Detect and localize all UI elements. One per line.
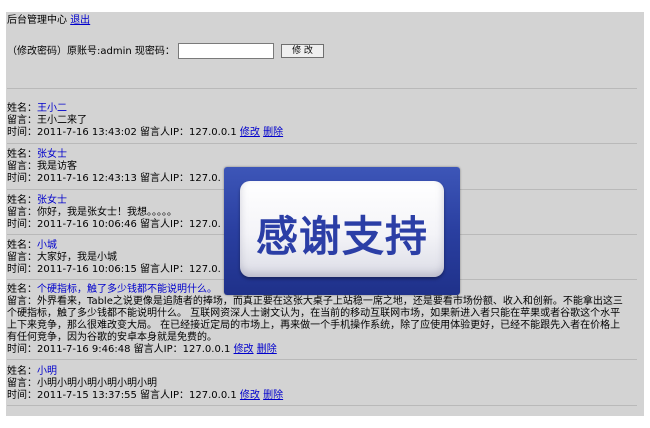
- change-password-button[interactable]: 修 改: [281, 44, 324, 58]
- delete-link[interactable]: 删除: [263, 127, 283, 138]
- message-time: 2011-7-15 13:37:55: [37, 390, 137, 401]
- message-text: 外界看来，Table之说更像是追随者的捧场，而真正要在这张大桌子上站稳一席之地，…: [7, 296, 623, 343]
- message-time: 2011-7-16 9:46:48: [37, 344, 131, 355]
- message-time: 2011-7-16 13:43:02: [37, 127, 137, 138]
- message-text: 小明小明小明小明小明小明: [37, 378, 157, 389]
- message-ip: 127.0.0.1: [189, 390, 237, 401]
- message-author-link[interactable]: 小城: [37, 240, 57, 251]
- password-label: （修改密码）原账号:admin 现密码：: [7, 46, 175, 57]
- message-ip: 127.0.0.1: [189, 127, 237, 138]
- message-ip: 127.0.: [189, 264, 221, 275]
- divider: [7, 143, 637, 144]
- page-header: 后台管理中心 退出: [7, 14, 90, 27]
- message-entry: 姓名：王小二 留言：王小二来了 时间：2011-7-16 13:43:02 留言…: [7, 103, 284, 138]
- message-author-link[interactable]: 王小二: [37, 103, 67, 114]
- message-author-link[interactable]: 张女士: [37, 149, 67, 160]
- delete-link[interactable]: 删除: [257, 344, 277, 355]
- message-text: 大家好，我是小城: [37, 252, 117, 263]
- edit-link[interactable]: 修改: [240, 390, 260, 401]
- thanks-overlay-badge: 感谢支持: [224, 167, 460, 295]
- message-author-link[interactable]: 个硬指标，触了多少钱都不能说明什么。: [37, 284, 217, 295]
- message-entry: 姓名：小明 留言：小明小明小明小明小明小明 时间：2011-7-15 13:37…: [7, 366, 284, 401]
- message-time: 2011-7-16 10:06:46: [37, 219, 137, 230]
- message-text: 我是访客: [37, 161, 77, 172]
- message-time: 2011-7-16 10:06:15: [37, 264, 137, 275]
- page-title: 后台管理中心: [7, 15, 67, 26]
- divider: [7, 88, 637, 89]
- message-ip: 127.0.0.1: [182, 344, 231, 355]
- message-time: 2011-7-16 12:43:13: [37, 173, 137, 184]
- message-ip: 127.0.: [189, 173, 221, 184]
- logout-link[interactable]: 退出: [70, 15, 90, 26]
- message-ip: 127.0.: [189, 219, 221, 230]
- edit-link[interactable]: 修改: [234, 344, 254, 355]
- message-author-link[interactable]: 小明: [37, 366, 57, 377]
- thanks-badge-face: 感谢支持: [240, 181, 444, 277]
- message-text: 你好，我是张女士！我想。。。。。: [37, 207, 177, 218]
- divider: [7, 405, 637, 406]
- divider: [7, 359, 637, 360]
- delete-link[interactable]: 删除: [263, 390, 283, 401]
- thanks-text: 感谢支持: [255, 212, 428, 261]
- message-author-link[interactable]: 张女士: [37, 195, 67, 206]
- edit-link[interactable]: 修改: [240, 127, 260, 138]
- message-text: 王小二来了: [37, 115, 87, 126]
- new-password-input[interactable]: [178, 43, 274, 59]
